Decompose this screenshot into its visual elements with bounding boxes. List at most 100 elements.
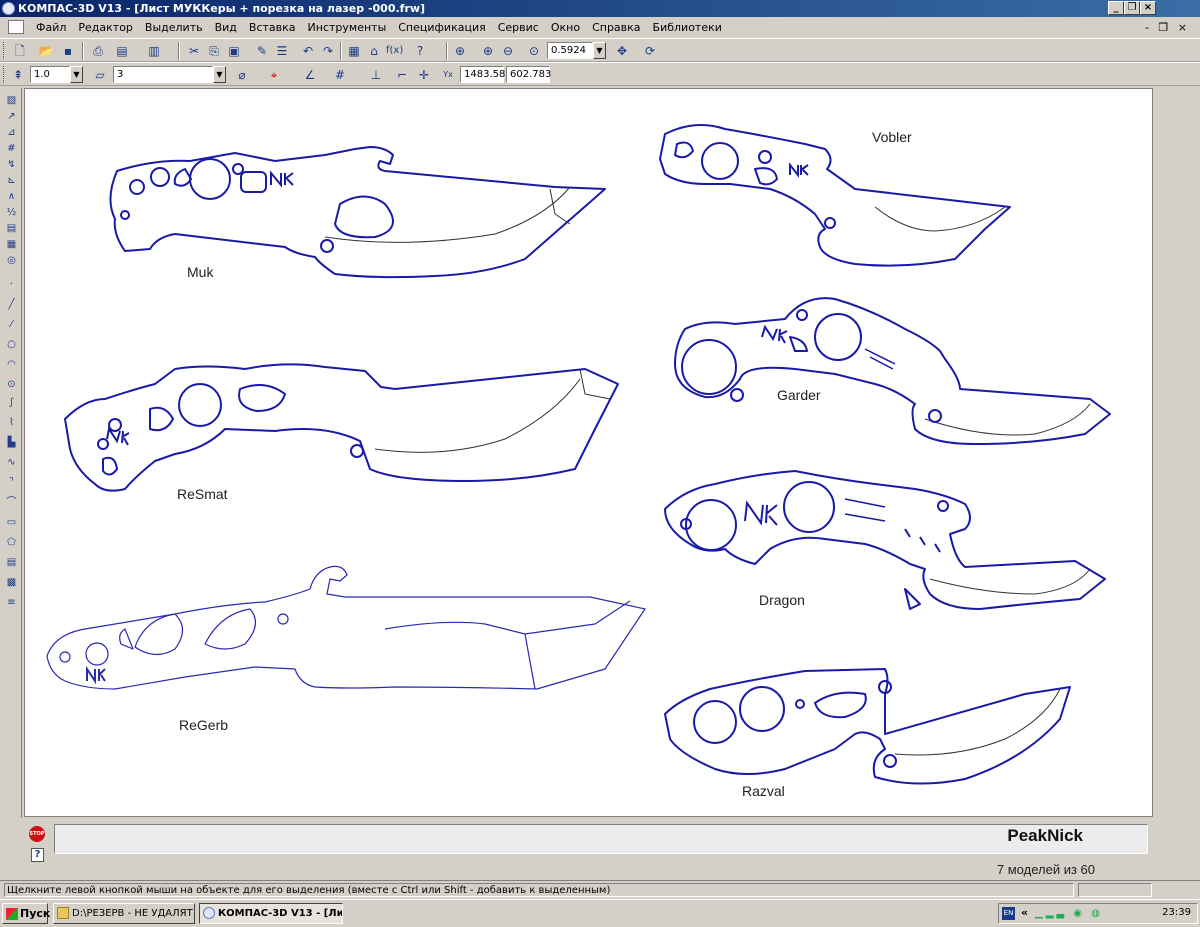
measure-panel-icon[interactable]: ⊾ (4, 174, 19, 188)
drawing-canvas[interactable]: Muk Vobler Garder ReSmat Dragon ReGerb R… (24, 88, 1153, 817)
layers-icon[interactable]: ▱ (92, 67, 108, 83)
curve-icon[interactable]: ∿ (4, 456, 19, 470)
rectangle-icon[interactable]: ▭ (4, 516, 19, 530)
ortho-icon[interactable]: ∠ (302, 67, 318, 83)
layer-dropdown-arrow[interactable]: ▼ (213, 66, 226, 83)
menu-item-7[interactable]: Сервис (492, 21, 545, 34)
spline-icon[interactable]: ∫ (4, 396, 19, 410)
geometry-panel-icon[interactable]: ▨ (4, 94, 19, 108)
polyline-icon[interactable]: ⌇ (4, 416, 19, 430)
pan-icon[interactable]: ✥ (614, 43, 630, 59)
circle-icon[interactable]: ○ (4, 338, 19, 352)
mdi-window-controls[interactable]: - ❐ × (1145, 21, 1190, 34)
snap-icon[interactable]: ⌖ (266, 67, 282, 83)
redo-icon[interactable]: ↷ (320, 43, 336, 59)
knife-muk[interactable] (109, 146, 606, 279)
knife-drawings[interactable] (25, 89, 1153, 817)
preview-icon[interactable]: ▤ (114, 43, 130, 59)
coord-y-field[interactable]: 602.783 (506, 66, 551, 83)
grid-icon[interactable]: # (332, 67, 348, 83)
hatch-icon[interactable]: ▤ (4, 556, 19, 570)
variables-icon[interactable]: ▦ (346, 43, 362, 59)
contour-icon[interactable]: ▙ (4, 436, 19, 450)
paste-icon[interactable]: ▣ (226, 43, 242, 59)
zoom-scale-icon[interactable]: ⊙ (526, 43, 542, 59)
new-document-icon[interactable]: 🗋 (12, 43, 28, 59)
menu-item-10[interactable]: Библиотеки (647, 21, 728, 34)
view-panel-icon[interactable]: ◎ (4, 254, 19, 268)
tray-icons[interactable]: ▁▂▃ ◉ ◍ (1035, 908, 1103, 919)
zoom-input[interactable]: 0.5924 (547, 42, 593, 59)
knife-vobler[interactable] (659, 124, 1011, 267)
library-icon[interactable]: ⌂ (366, 43, 382, 59)
polygon-icon[interactable]: ⬠ (4, 536, 19, 550)
coord-x-field[interactable]: 1483.58 (460, 66, 505, 83)
menu-item-9[interactable]: Справка (586, 21, 646, 34)
fx-icon[interactable]: f(x) (386, 43, 403, 59)
zoom-window-icon[interactable]: ⊕ (452, 43, 468, 59)
chamfer-icon[interactable]: ⌝ (4, 476, 19, 490)
tray-expand-icon[interactable]: « (1021, 906, 1028, 919)
insert-panel-icon[interactable]: ▦ (4, 238, 19, 252)
toolbar-grip[interactable] (3, 42, 6, 59)
document-menu-icon[interactable] (8, 20, 24, 34)
fillet-icon[interactable]: ⌒ (4, 496, 19, 510)
aux-line-icon[interactable]: ⁄ (4, 318, 19, 332)
menu-item-1[interactable]: Редактор (72, 21, 139, 34)
stop-button[interactable]: STOP (29, 826, 45, 842)
scale-input[interactable]: 1.0 (30, 66, 70, 83)
zoom-dropdown-arrow[interactable]: ▼ (593, 42, 606, 59)
help-pointer-icon[interactable]: ? (412, 43, 428, 59)
knife-dragon[interactable] (664, 470, 1106, 610)
zoom-out-icon[interactable]: ⊖ (500, 43, 516, 59)
minimize-button[interactable]: _ (1108, 1, 1124, 15)
knife-razval[interactable] (664, 668, 1071, 785)
toolbar-grip[interactable] (3, 66, 6, 83)
print-icon[interactable]: ⎙ (90, 43, 106, 59)
copy-icon[interactable]: ⎘ (206, 43, 222, 59)
knife-resmat[interactable] (64, 363, 619, 492)
open-folder-icon[interactable]: 📂 (38, 43, 54, 59)
properties-icon[interactable]: ✎ (254, 43, 270, 59)
point-icon[interactable]: · (4, 278, 19, 292)
equidistant-icon[interactable]: ≡ (4, 596, 19, 610)
cut-icon[interactable]: ✂ (186, 43, 202, 59)
reports-panel-icon[interactable]: ▤ (4, 222, 19, 236)
language-indicator[interactable]: EN (1002, 907, 1015, 920)
restore-button[interactable]: ❐ (1124, 1, 1140, 15)
select-panel-icon[interactable]: ∧ (4, 190, 19, 204)
start-button[interactable]: Пуск (2, 903, 50, 924)
menu-item-6[interactable]: Спецификация (392, 21, 491, 34)
refresh-icon[interactable]: ⟳ (642, 43, 658, 59)
list-icon[interactable]: ☰ (274, 43, 290, 59)
close-button[interactable]: × (1140, 1, 1156, 15)
menu-item-2[interactable]: Выделить (139, 21, 209, 34)
dimensions-panel-icon[interactable]: ↗ (4, 110, 19, 124)
menu-item-5[interactable]: Инструменты (302, 21, 393, 34)
zoom-in-icon[interactable]: ⊕ (480, 43, 496, 59)
arc-icon[interactable]: ◠ (4, 358, 19, 372)
spec-panel-icon[interactable]: ½ (4, 206, 19, 220)
local-cs-icon[interactable]: ⊥ (368, 67, 384, 83)
knife-garder[interactable] (674, 297, 1111, 445)
manager-icon[interactable]: ▥ (146, 43, 162, 59)
cursor-coords-icon[interactable]: ✛ (416, 67, 432, 83)
taskbar-item-kompas[interactable]: КОМПАС-3D V13 - [Ли... (199, 903, 343, 924)
knife-regerb[interactable] (46, 565, 646, 690)
edit-panel-icon[interactable]: # (4, 142, 19, 156)
kompas-app-icon[interactable] (2, 2, 15, 15)
scale-dropdown-arrow[interactable]: ▼ (70, 66, 83, 83)
menu-item-0[interactable]: Файл (30, 21, 72, 34)
menu-item-4[interactable]: Вставка (243, 21, 302, 34)
layer-input[interactable]: 3 (113, 66, 213, 83)
fill-icon[interactable]: ▩ (4, 576, 19, 590)
menu-item-3[interactable]: Вид (209, 21, 243, 34)
parametrize-panel-icon[interactable]: ↯ (4, 158, 19, 172)
ellipse-icon[interactable]: ⊙ (4, 378, 19, 392)
undo-icon[interactable]: ↶ (300, 43, 316, 59)
symbols-panel-icon[interactable]: ⊿ (4, 126, 19, 140)
menu-item-8[interactable]: Окно (545, 21, 586, 34)
taskbar-item-folder[interactable]: D:\РЕЗЕРВ - НЕ УДАЛЯТ... (53, 903, 195, 924)
save-icon[interactable]: ▪ (60, 43, 76, 59)
segment-icon[interactable]: ╱ (4, 298, 19, 312)
